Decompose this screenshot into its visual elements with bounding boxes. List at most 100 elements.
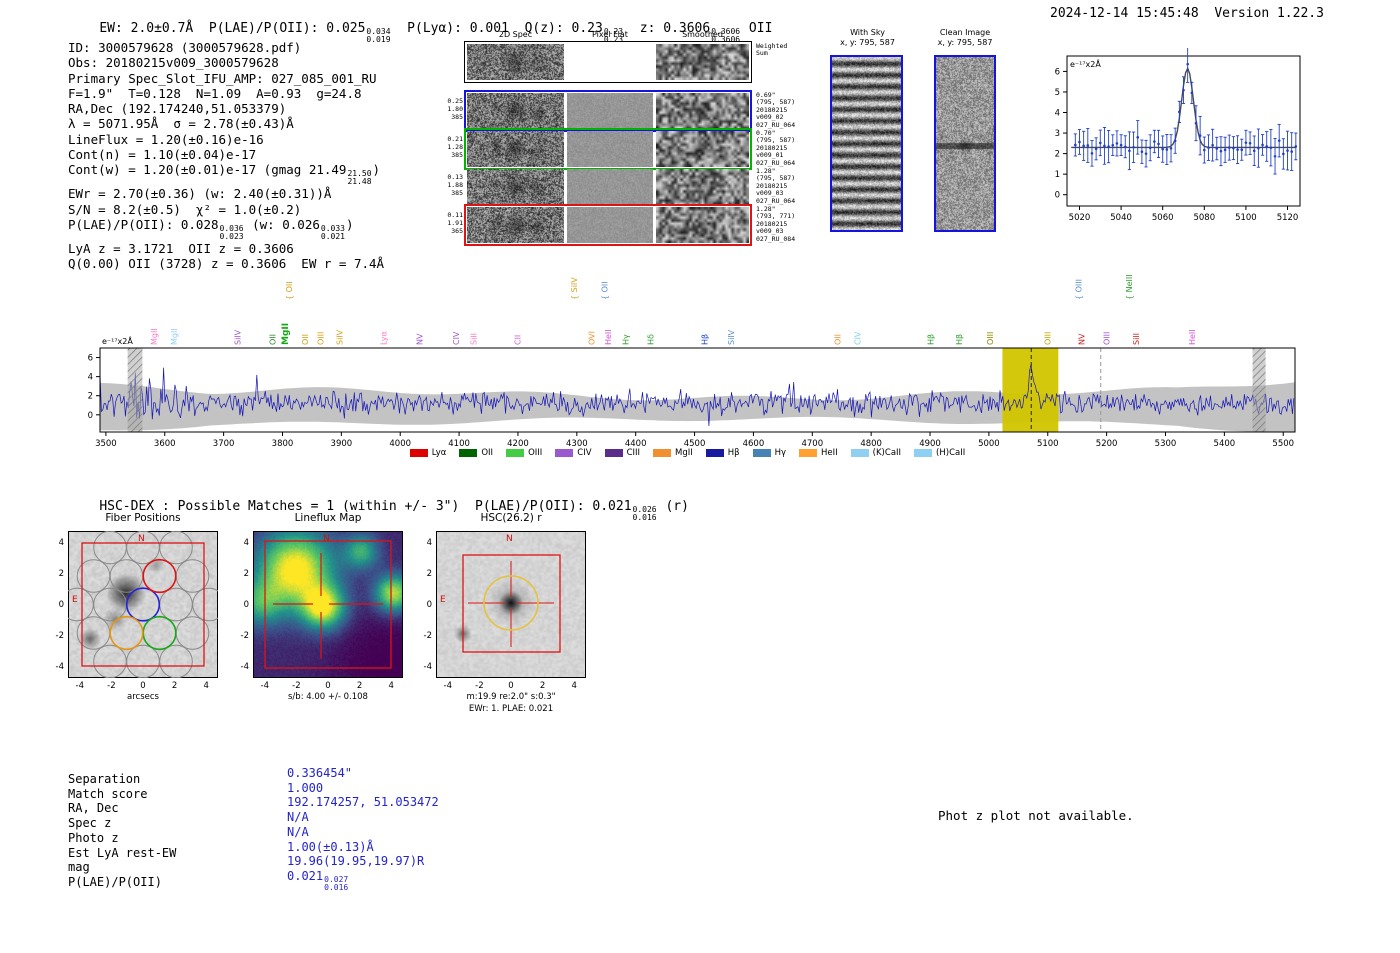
summary-ew-plae: EW: 2.0±0.7Å P(LAE)/P(OII): 0.025 bbox=[99, 21, 366, 36]
spectral-line-marker: OII bbox=[834, 334, 843, 345]
spec2d-row-annotation: Weighted Sum bbox=[756, 42, 788, 58]
y-tick-label: -4 bbox=[423, 661, 432, 672]
smoothed-strip-canvas bbox=[656, 207, 749, 243]
clean-image-coords: x, y: 795, 587 bbox=[937, 38, 993, 47]
fiber-positions-panel: -4 -4 -2 -2 0 0 2 2 4 4 N Earcsecs bbox=[56, 531, 218, 702]
compass-north: N bbox=[506, 534, 513, 544]
info-line: LyA z = 3.1721 OII z = 0.3606 bbox=[68, 240, 294, 256]
legend-label: OIII bbox=[528, 448, 543, 458]
spectral-line-marker: Hδ bbox=[646, 334, 655, 345]
x-tick-label: 0 bbox=[508, 681, 514, 691]
x-tick-label: 4 bbox=[571, 681, 577, 691]
y-tick-label: 0 bbox=[426, 599, 432, 610]
match-label: Separation bbox=[68, 772, 141, 786]
spectral-line-marker: CII bbox=[513, 335, 522, 345]
svg-text:5020: 5020 bbox=[1069, 213, 1091, 223]
info-line: P(LAE)/P(OII): 0.028 0.036 0.023 (w: 0.026… bbox=[68, 216, 354, 241]
spectral-line-marker: SiII bbox=[1132, 333, 1141, 345]
info-line: Obs: 20180215v009_3000579628 bbox=[68, 55, 279, 71]
x-axis-label-2: EWr: 1. PLAE: 0.021 bbox=[468, 704, 554, 714]
with-sky-title: With Sky bbox=[850, 28, 885, 37]
x-tick-label: 4 bbox=[388, 681, 394, 691]
legend-label: CIII bbox=[626, 448, 641, 458]
svg-text:0: 0 bbox=[88, 411, 93, 421]
spec2d-row-left-labels: 0.13 1.88 385 bbox=[447, 173, 463, 197]
spectral-line-marker: OIII bbox=[1103, 332, 1112, 345]
match-table-values: 0.336454" 1.000 192.174257, 51.053472 N/A N/… bbox=[287, 766, 439, 892]
info-line: F=1.9" T=0.128 N=1.09 A=0.93 g=24.8 bbox=[68, 85, 362, 101]
spectral-line-marker: MgII bbox=[281, 323, 291, 345]
y-tick-label: -2 bbox=[55, 630, 64, 641]
sup-sub-value: 0.036 0.023 bbox=[219, 223, 244, 241]
y-tick-label: 0 bbox=[243, 599, 249, 610]
spectral-line-marker: HeII bbox=[604, 329, 613, 345]
legend-item: (H)CaII bbox=[914, 448, 965, 458]
svg-text:5060: 5060 bbox=[1152, 213, 1174, 223]
spectral-line-marker: { OIII bbox=[1074, 279, 1083, 300]
spec2d-row-left-labels: 0.25 1.80 385 bbox=[447, 97, 463, 121]
info-line: RA,Dec (192.174240,51.053379) bbox=[68, 101, 287, 117]
spectral-line-marker: MgII bbox=[170, 328, 179, 345]
legend-item: Lyα bbox=[409, 448, 447, 458]
svg-text:5120: 5120 bbox=[1277, 213, 1299, 223]
y-tick-label: 4 bbox=[58, 537, 64, 548]
y-tick-label: -4 bbox=[55, 661, 64, 672]
fiber-highlight-green bbox=[142, 615, 177, 651]
col-header-2dspec: 2D Spec bbox=[498, 30, 533, 39]
line-fit-plot: 5020 5040 5060 5080 5100 5120 0 1 2 3 4 5 6 e⁻¹⁷x2Å bbox=[1035, 45, 1310, 237]
svg-text:5: 5 bbox=[1055, 88, 1060, 98]
match-table-labels: Separation Match score RA, Dec Spec z Photo … bbox=[68, 772, 176, 890]
compass-east: E bbox=[440, 595, 446, 605]
match-label: Est LyA rest-EW bbox=[68, 845, 177, 860]
x-axis-label: s/b: 4.00 +/- 0.108 bbox=[288, 692, 368, 702]
spectral-line-marker: Lyα bbox=[380, 331, 389, 345]
info-line: Cont(w) = 1.20(±0.01)e-17 (gmag 21.49 21.… bbox=[68, 162, 381, 187]
match-label: Photo z bbox=[68, 830, 119, 845]
clean-image-title: Clean Image bbox=[939, 28, 991, 37]
legend-item: Hγ bbox=[752, 448, 786, 458]
x-axis-label: arcsecs bbox=[127, 692, 159, 702]
info-line: λ = 5071.95Å σ = 2.78(±0.43)Å bbox=[68, 116, 294, 132]
x-tick-label: -2 bbox=[292, 681, 301, 691]
y-tick-label: 4 bbox=[243, 537, 249, 548]
spec2d-row-left-labels: 0.11 1.91 365 bbox=[447, 211, 463, 235]
spectral-line-marker: { OII bbox=[600, 281, 609, 300]
hsc-dex-filter: (r) bbox=[657, 499, 689, 514]
spectrum-units-annotation: e⁻¹⁷x2Å bbox=[102, 335, 133, 346]
match-value: 1.000 bbox=[287, 780, 324, 795]
svg-text:5100: 5100 bbox=[1235, 213, 1257, 223]
legend-item: OII bbox=[459, 448, 493, 458]
spectral-line-marker: { SiIV bbox=[570, 277, 579, 300]
pixel-flat-strip-canvas bbox=[567, 207, 653, 243]
spec2d-strip-canvas bbox=[467, 207, 564, 243]
legend-label: Lyα bbox=[431, 448, 447, 458]
compass-east: E bbox=[72, 595, 78, 605]
panel-fiber-overlay bbox=[68, 531, 218, 678]
legend-swatch bbox=[459, 449, 478, 457]
hsc-dex-error-bounds: 0.026 0.016 bbox=[632, 505, 657, 522]
info-line: Primary Spec_Slot_IFU_AMP: 027_085_001_R… bbox=[68, 70, 377, 86]
info-block: ID: 3000579628 (3000579628.pdf) Obs: 2018… bbox=[68, 40, 384, 272]
svg-text:0: 0 bbox=[1055, 191, 1060, 201]
spectrum-legend: Lyα OII OIII CIV CIII MgII Hβ Hγ HeII (K)CaII (H)C… bbox=[60, 448, 1315, 458]
clean-image-canvas bbox=[936, 57, 994, 230]
phot-z-note: Phot z plot not available. bbox=[938, 808, 1134, 823]
spectral-line-marker: CIV bbox=[854, 331, 863, 345]
spectral-line-marker: { NeIII bbox=[1125, 274, 1134, 300]
legend-item: OIII bbox=[506, 448, 542, 458]
x-tick-label: 2 bbox=[539, 681, 546, 691]
svg-text:5040: 5040 bbox=[1110, 213, 1132, 223]
fiber-highlight-orange bbox=[109, 615, 144, 651]
match-label: RA, Dec bbox=[68, 801, 119, 816]
match-value: 1.00(±0.13)Å bbox=[287, 839, 374, 854]
info-line: EWr = 2.70(±0.36) (w: 2.40(±0.31))Å bbox=[68, 186, 332, 202]
line-fit-svg: 5020 5040 5060 5080 5100 5120 0 1 2 3 4 5 6 e⁻¹⁷x2Å bbox=[1055, 45, 1301, 223]
legend-swatch bbox=[850, 449, 869, 457]
smoothed-strip-canvas bbox=[656, 44, 749, 80]
legend-swatch bbox=[409, 449, 428, 457]
legend-label: CIV bbox=[577, 448, 592, 458]
y-tick-label: 2 bbox=[426, 568, 432, 579]
legend-label: Hβ bbox=[727, 448, 740, 458]
legend-item: (K)CaII bbox=[850, 448, 901, 458]
compass-north: N bbox=[323, 534, 330, 544]
